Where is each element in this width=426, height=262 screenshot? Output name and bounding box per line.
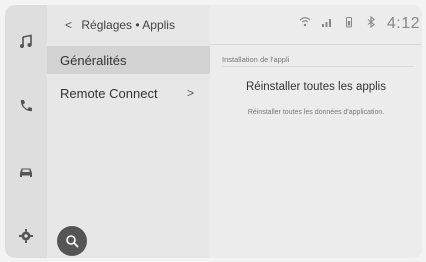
settings-menu-panel (47, 5, 210, 258)
menu-item-remote-connect[interactable]: Remote Connect > (47, 79, 210, 107)
music-icon[interactable] (17, 33, 35, 51)
back-chevron-icon[interactable]: < (65, 18, 72, 32)
reinstall-description: Réinstaller toutes les données d'applica… (247, 109, 385, 116)
menu-item-general[interactable]: Généralités (47, 46, 210, 74)
side-icon-rail (5, 5, 47, 258)
breadcrumb-label: Réglages • Applis (81, 18, 175, 32)
menu-item-label: Remote Connect (60, 85, 158, 101)
breadcrumb[interactable]: < Réglages • Applis (65, 18, 175, 32)
chevron-right-icon: > (186, 86, 194, 100)
section-label: Installation de l'appli (222, 55, 290, 64)
signal-icon (321, 15, 333, 33)
bluetooth-icon (365, 15, 377, 33)
phone-battery-icon (343, 15, 355, 33)
detail-panel (210, 5, 422, 258)
section-divider (222, 66, 414, 67)
menu-item-label: Généralités (60, 52, 127, 68)
search-icon (66, 235, 79, 248)
settings-gear-icon[interactable] (17, 227, 35, 245)
clock: 4:12 (386, 15, 420, 32)
reinstall-all-apps-button[interactable]: Réinstaller toutes les applis (210, 81, 422, 93)
phone-icon[interactable] (17, 97, 35, 115)
car-icon[interactable] (17, 163, 35, 181)
header-divider (210, 44, 422, 45)
wifi-icon (299, 15, 311, 33)
head-unit-screen: < Réglages • Applis Généralités Remote C… (0, 0, 426, 262)
status-bar: 4:12 (299, 12, 420, 36)
search-button[interactable] (57, 226, 87, 256)
